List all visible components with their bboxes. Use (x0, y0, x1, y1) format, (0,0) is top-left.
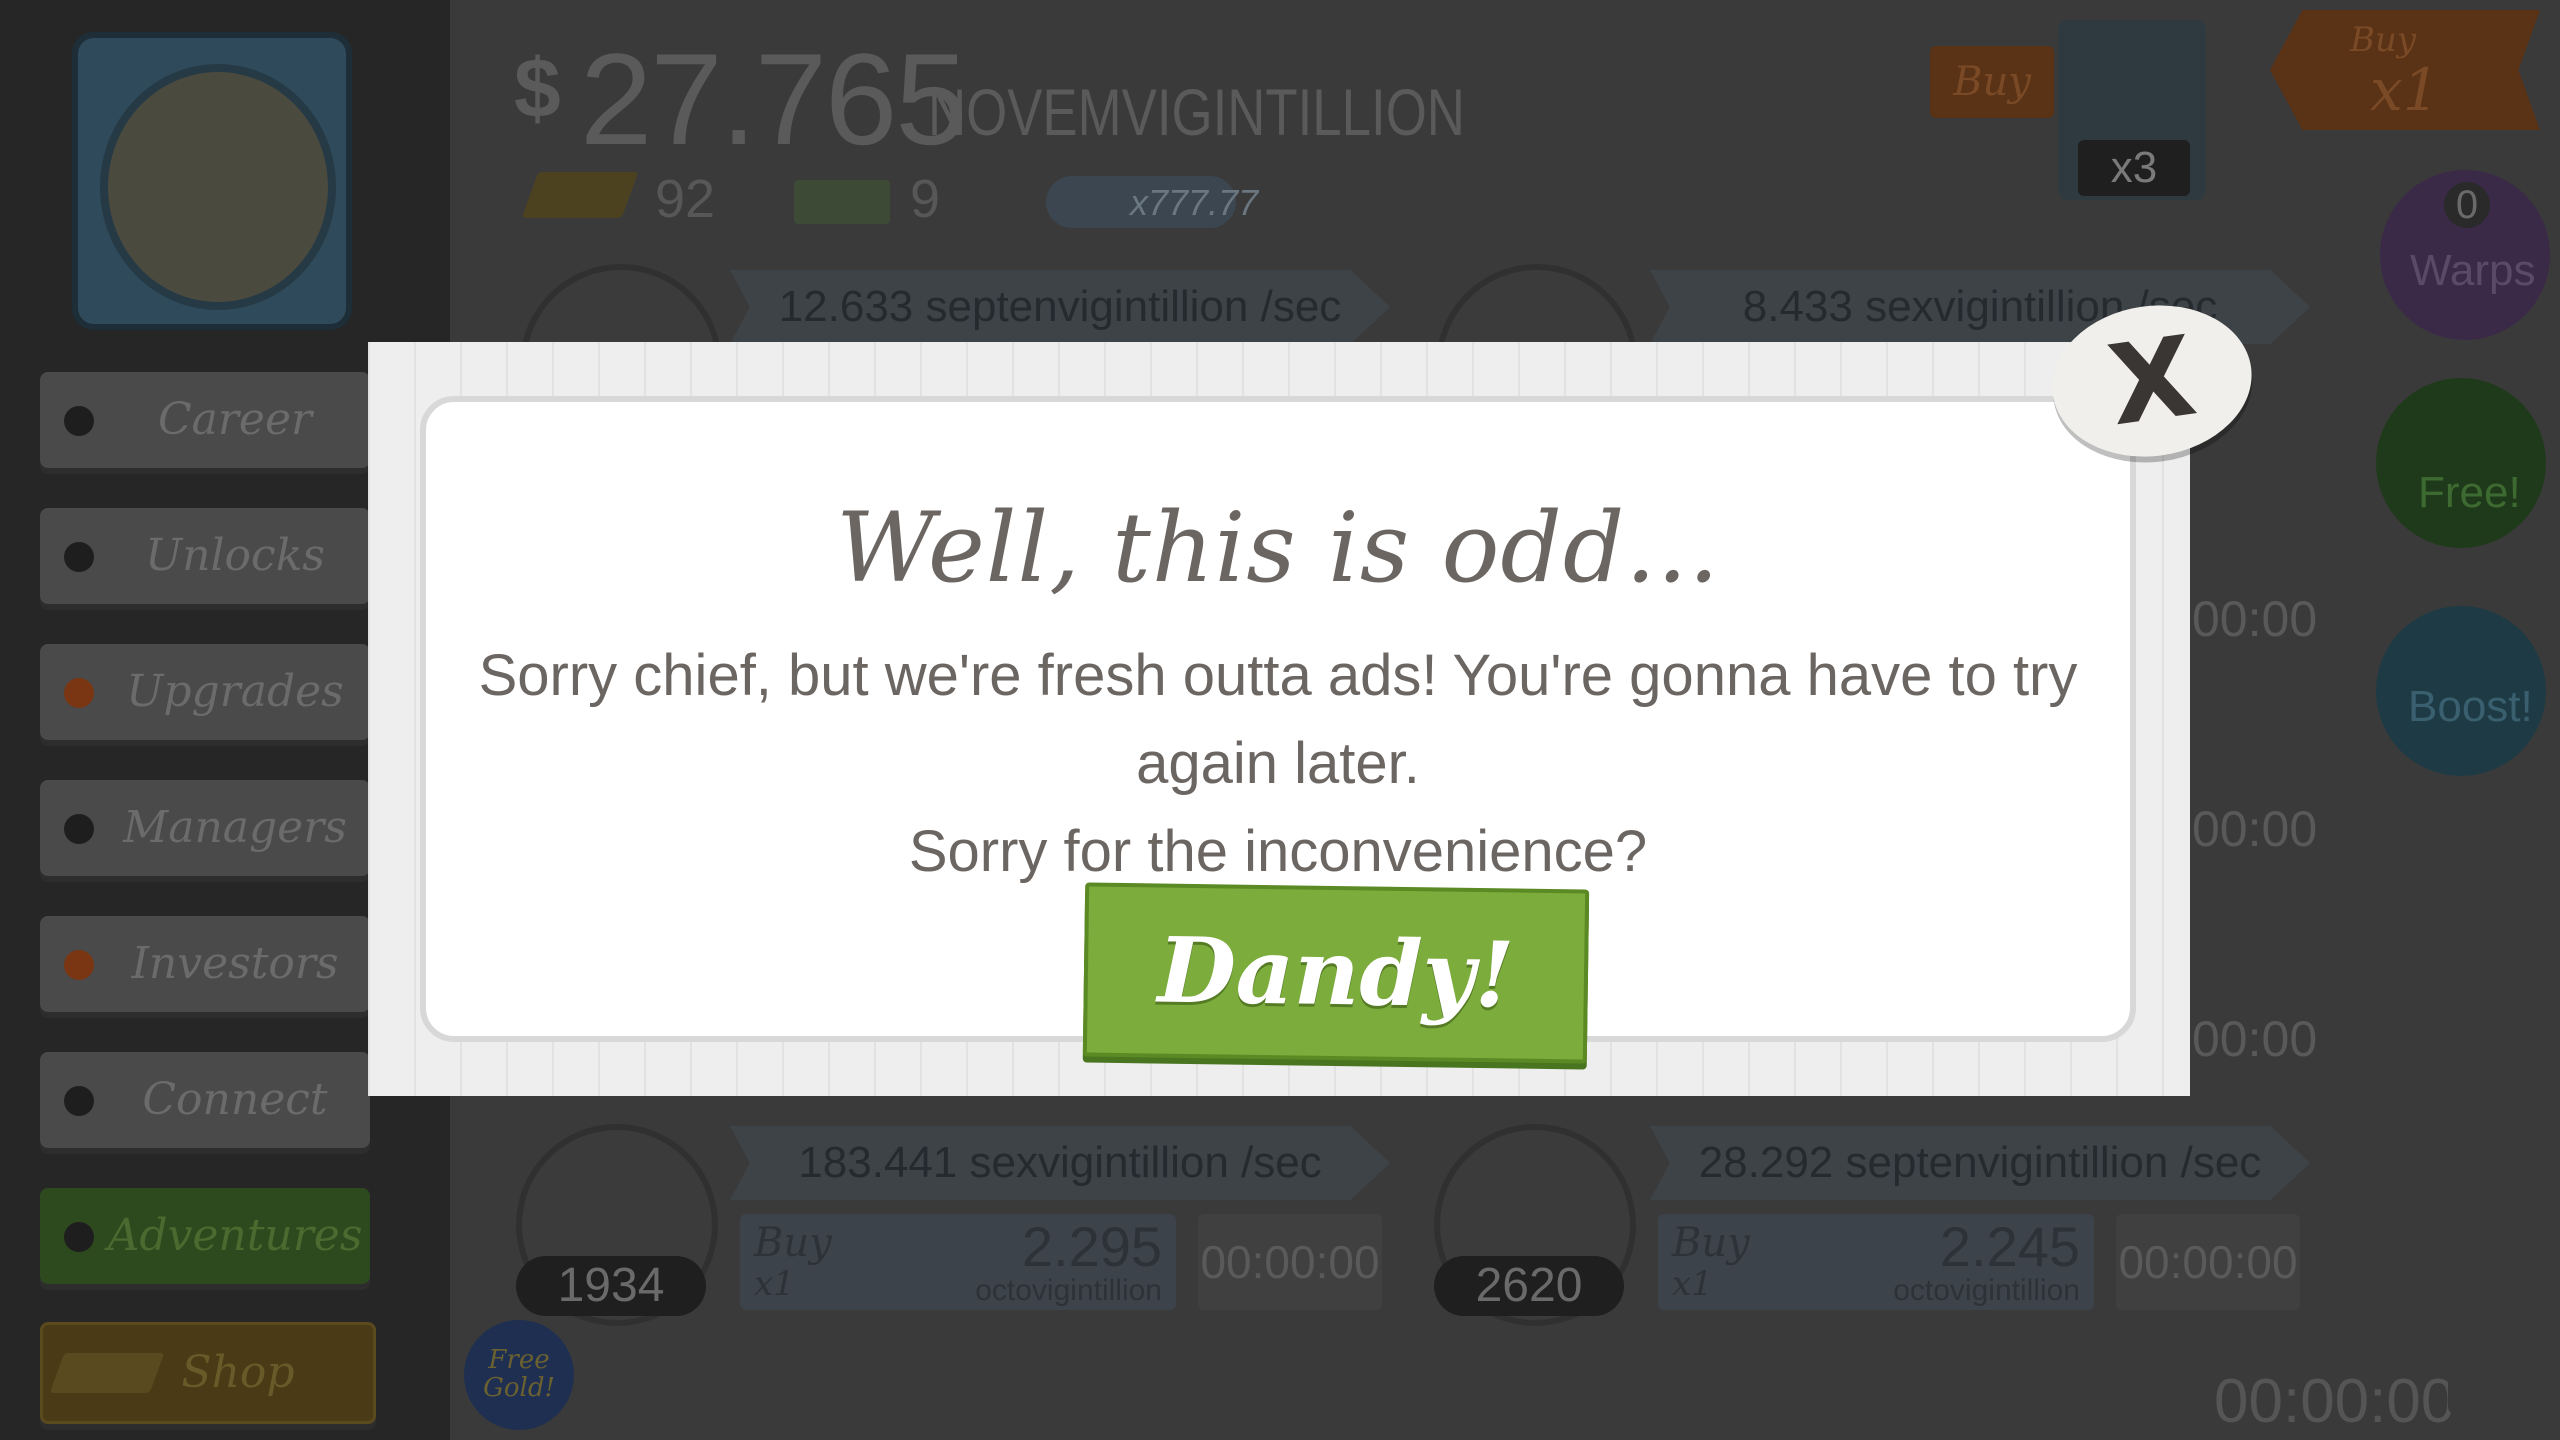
sidebar-item-investors[interactable]: Investors (40, 916, 370, 1012)
sidebar-item-label: Investors (131, 938, 339, 989)
ticket-icon (794, 180, 890, 224)
buy-button[interactable]: Buy (1930, 46, 2054, 118)
sidebar-item-unlocks[interactable]: Unlocks (40, 508, 370, 604)
boost-multiplier: x3 (2078, 140, 2190, 196)
sidebar-item-upgrades[interactable]: Upgrades (40, 644, 370, 740)
business-rate: 28.292 septenvigintillion /sec (1698, 1138, 2262, 1187)
free-badge[interactable] (2376, 378, 2546, 548)
buy-cost-unit: octovigintillion (1893, 1274, 2080, 1307)
free-gold-button[interactable]: Free Gold! (464, 1320, 574, 1430)
gold-count: 92 (655, 169, 716, 229)
buy-cost-unit: octovigintillion (975, 1274, 1162, 1307)
buy-cost-value: 2.295 (1021, 1215, 1162, 1278)
ticket-count: 9 (910, 169, 941, 229)
sidebar-item-label: Career (157, 394, 313, 445)
currency-symbol: $ (514, 41, 561, 135)
sidebar-item-label: Unlocks (145, 530, 325, 581)
buy-tag-label: Buy (2350, 20, 2417, 60)
business-timer: 00:00 (2192, 591, 2318, 647)
sidebar-item-career[interactable]: Career (40, 372, 370, 468)
status-dot-icon (64, 1086, 94, 1116)
tv-alert-icon[interactable] (2448, 1346, 2538, 1416)
boost-label: Boost! (2408, 682, 2533, 731)
shop-button[interactable]: Shop (40, 1322, 376, 1424)
business-timer: 00:00 (2192, 1011, 2318, 1067)
dialog-message-line: Sorry chief, but we're fresh outta ads! … (478, 643, 2078, 796)
business-count: 1934 (516, 1256, 706, 1316)
buy-label: Buy (754, 1220, 832, 1266)
dandy-button[interactable]: Dandy! (1082, 882, 1590, 1064)
buy-label: Buy (1672, 1220, 1750, 1266)
notification-dot-icon (64, 950, 94, 980)
multiplier-label: x777.77 (1130, 182, 1259, 223)
warps-label: Warps (2410, 246, 2536, 295)
business-rate-banner: 28.292 septenvigintillion /sec (1650, 1126, 2310, 1200)
dialog-message-line: Sorry for the inconvenience? (908, 819, 1648, 884)
money-unit: NOVEMVIGINTILLION (928, 75, 1465, 149)
notification-dot-icon (64, 678, 94, 708)
warps-count: 0 (2444, 182, 2490, 228)
status-dot-icon (64, 406, 94, 436)
sidebar-item-label: Upgrades (126, 666, 344, 717)
dialog-message: Sorry chief, but we're fresh outta ads! … (446, 632, 2110, 896)
sidebar-item-label: Adventures (107, 1210, 363, 1261)
sidebar-item-label: Connect (142, 1074, 328, 1125)
business-timer: 00:00:00 (2116, 1214, 2300, 1310)
business-rate: 12.633 septenvigintillion /sec (778, 282, 1342, 331)
status-dot-icon (64, 542, 94, 572)
dialog-title: Well, this is odd... (836, 492, 1720, 604)
bottom-timer: 00:00:00 (2214, 1367, 2456, 1436)
business-count: 2620 (1434, 1256, 1624, 1316)
buy-tag-multiplier: x1 (2370, 56, 2440, 124)
sidebar-item-label: Managers (123, 802, 347, 853)
status-dot-icon (64, 1222, 94, 1252)
astronaut-avatar-icon (100, 64, 336, 310)
business-buy-button[interactable]: Buy x1 2.295 octovigintillion (740, 1214, 1176, 1310)
shop-label: Shop (181, 1347, 295, 1398)
business-rate: 183.441 sexvigintillion /sec (798, 1138, 1322, 1187)
business-rate-banner: 12.633 septenvigintillion /sec (730, 270, 1390, 344)
business-timer: 00:00 (2192, 801, 2318, 857)
player-avatar[interactable] (72, 32, 352, 330)
sidebar-item-adventures[interactable]: Adventures (40, 1188, 370, 1284)
sidebar-item-managers[interactable]: Managers (40, 780, 370, 876)
gold-bars-icon (521, 172, 639, 218)
business-rate-banner: 183.441 sexvigintillion /sec (730, 1126, 1390, 1200)
no-ads-dialog: Well, this is odd... Sorry chief, but we… (368, 342, 2190, 1096)
money-value: 27.765 (580, 26, 968, 172)
sidebar-item-connect[interactable]: Connect (40, 1052, 370, 1148)
buy-multiplier: x1 (1672, 1264, 1713, 1304)
business-buy-button[interactable]: Buy x1 2.245 octovigintillion (1658, 1214, 2094, 1310)
dialog-panel: Well, this is odd... Sorry chief, but we… (420, 396, 2136, 1064)
business-timer: 00:00:00 (1198, 1214, 1382, 1310)
buy-cost-value: 2.245 (1939, 1215, 2080, 1278)
buy-multiplier: x1 (754, 1264, 795, 1304)
status-dot-icon (64, 814, 94, 844)
free-label: Free! (2418, 468, 2521, 517)
